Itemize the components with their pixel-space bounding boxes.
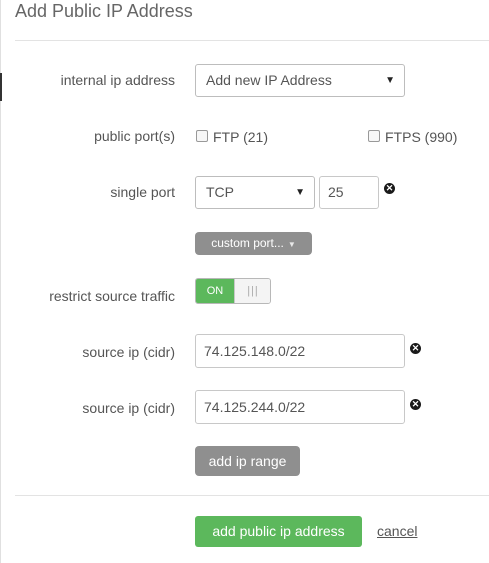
source-ip-input[interactable]: 74.125.148.0/22: [195, 334, 405, 368]
add-public-ip-button[interactable]: add public ip address: [195, 516, 362, 547]
custom-port-label: custom port...: [211, 236, 284, 250]
internal-ip-select[interactable]: Add new IP Address ▼: [195, 64, 405, 97]
custom-port-dropdown[interactable]: custom port... ▼: [195, 232, 312, 255]
cancel-link[interactable]: cancel: [377, 522, 417, 540]
divider-top: [15, 40, 489, 41]
public-ports-label: public port(s): [94, 128, 175, 144]
source-ip-label: source ip (cidr): [82, 400, 175, 416]
remove-circle-icon[interactable]: ✕: [410, 399, 421, 410]
restrict-source-toggle[interactable]: ON |||: [195, 278, 271, 304]
source-ip-input[interactable]: 74.125.244.0/22: [195, 390, 405, 424]
toggle-handle[interactable]: |||: [234, 279, 270, 303]
dialog-title: Add Public IP Address: [15, 1, 193, 21]
source-ip-label: source ip (cidr): [82, 344, 175, 360]
ftp-checkbox[interactable]: [196, 130, 208, 142]
toggle-on-label: ON: [196, 279, 234, 303]
divider-bottom: [15, 495, 489, 496]
caret-down-icon: ▼: [385, 75, 395, 86]
ftps-checkbox-label: FTPS (990): [385, 129, 458, 145]
caret-down-icon: ▼: [295, 187, 305, 198]
protocol-selected: TCP: [206, 184, 234, 200]
single-port-label: single port: [110, 184, 175, 200]
ftp-checkbox-label: FTP (21): [213, 129, 268, 145]
remove-circle-icon[interactable]: ✕: [410, 343, 421, 354]
remove-circle-icon[interactable]: ✕: [384, 183, 395, 194]
caret-down-icon: ▼: [287, 240, 296, 249]
ftps-checkbox[interactable]: [368, 130, 380, 142]
add-ip-range-button[interactable]: add ip range: [195, 446, 300, 476]
protocol-select[interactable]: TCP ▼: [195, 176, 315, 209]
internal-ip-label: internal ip address: [60, 72, 175, 88]
restrict-source-label: restrict source traffic: [49, 288, 175, 304]
internal-ip-selected: Add new IP Address: [206, 72, 332, 88]
port-input[interactable]: 25: [319, 176, 379, 209]
